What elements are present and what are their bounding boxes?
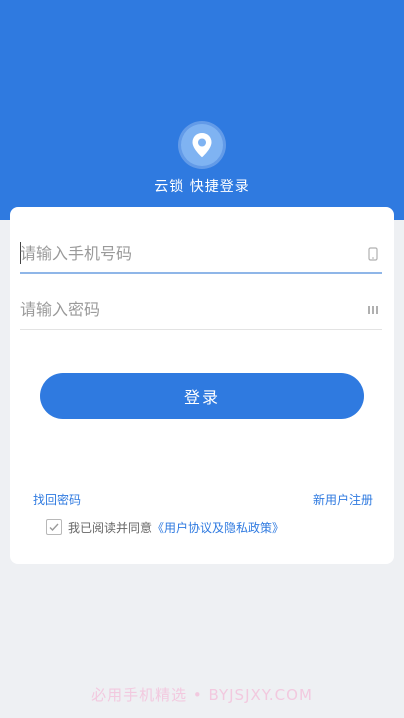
agreement-label: 我已阅读并同意 <box>68 521 153 535</box>
phone-underline <box>20 272 382 274</box>
password-field[interactable] <box>20 290 382 330</box>
login-card: 登录 找回密码 新用户注册 我已阅读并同意《用户协议及隐私政策》 <box>10 207 394 564</box>
phone-input[interactable] <box>20 234 350 272</box>
keypad-icon[interactable] <box>366 302 380 316</box>
agreement-policy-link[interactable]: 《用户协议及隐私政策》 <box>152 521 284 535</box>
agreement-checkbox[interactable] <box>46 519 62 535</box>
phone-icon <box>366 246 380 261</box>
checkmark-icon <box>49 523 59 532</box>
location-pin-icon <box>181 124 223 166</box>
password-input[interactable] <box>20 290 350 328</box>
password-underline <box>20 329 382 330</box>
header-banner: 云锁 快捷登录 <box>0 0 404 220</box>
login-button[interactable]: 登录 <box>40 373 364 419</box>
register-link[interactable]: 新用户注册 <box>313 491 373 508</box>
page-title: 云锁 快捷登录 <box>154 179 250 195</box>
phone-field[interactable] <box>20 234 382 274</box>
forgot-password-link[interactable]: 找回密码 <box>33 491 81 508</box>
watermark: 必用手机精选 • BYJSJXY.COM <box>91 686 313 704</box>
